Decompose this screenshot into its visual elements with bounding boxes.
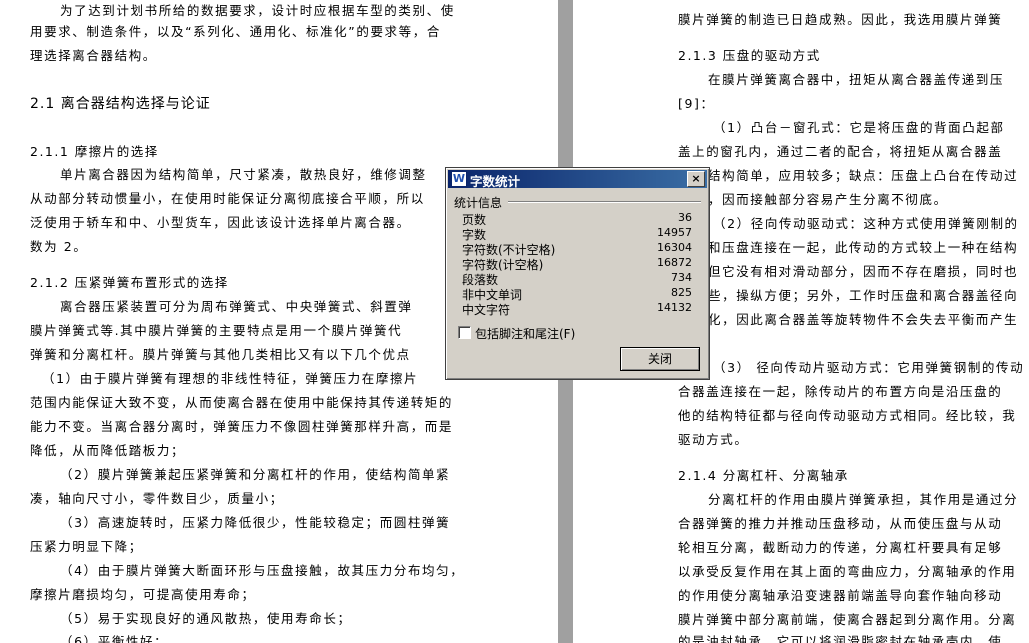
stat-value: 16304 — [657, 241, 692, 254]
text-line: （2）径向传动驱动式：这种方式使用弹簧刚制的 — [713, 216, 1019, 231]
text-line: 盖上的窗孔内，通过二者的配合，将扭矩从离合器盖 — [678, 144, 1003, 159]
text-line: （6）平衡性好； — [60, 634, 169, 643]
subsection-heading: 2.1.2 压紧弹簧布置形式的选择 — [30, 275, 229, 290]
text-line: 泛使用于轿车和中、小型货车，因此该设计选择单片离合器。 — [30, 215, 411, 230]
text-line: 离合器压紧装置可分为周布弹簧式、中央弹簧式、斜置弹 — [60, 299, 413, 314]
word-app-icon: W — [451, 171, 467, 187]
text-line: 结构简单，应用较多；缺点：压盘上凸台在传动过 — [708, 168, 1019, 183]
text-line: （4）由于膜片弹簧大断面环形与压盘接触，故其压力分布均匀， — [60, 563, 465, 578]
text-line: 理选择离合器结构。 — [30, 48, 157, 63]
text-line: 弹簧和分离杠杆。膜片弹簧与其他几类相比又有以下几个优点 — [30, 347, 411, 362]
stat-row-chinese-chars: 中文字符 14132 — [462, 301, 692, 317]
subsection-heading: 2.1.1 摩擦片的选择 — [30, 144, 159, 159]
text-line: 压紧力明显下降； — [30, 539, 143, 554]
text-line: 膜片弹簧中部分离前端，使离合器起到分离作用。分离 — [678, 612, 1017, 627]
text-line: 他的结构特征都与径向传动驱动方式相同。经比较，我 — [678, 408, 1017, 423]
text-line: 的是油封轴承，它可以将润滑脂密封在轴承壳内，使 — [678, 634, 1003, 643]
stat-value: 825 — [671, 286, 692, 299]
text-line: 合器盖连接在一起，除传动片的布置方向是沿压盘的 — [678, 384, 1003, 399]
text-line: 化，因此离合器盖等旋转物件不会失去平衡而产生 — [708, 312, 1019, 327]
stat-value: 36 — [678, 211, 692, 224]
text-line: [9]： — [678, 96, 715, 111]
word-count-dialog[interactable]: W 字数统计 × 统计信息 页数 36 字数 14957 字符数(不计空格) 1… — [445, 167, 710, 380]
text-line: 用要求、制造条件，以及“系列化、通用化、标准化”的要求等，合 — [30, 24, 441, 39]
text-line: 摩擦片磨损均匀，可提高使用寿命； — [30, 587, 256, 602]
text-line: 膜片弹簧的制造已日趋成熟。因此，我选用膜片弹簧 — [678, 12, 1003, 27]
dialog-title: 字数统计 — [470, 174, 521, 189]
text-line: 在膜片弹簧离合器中，扭矩从离合器盖传递到压 — [708, 72, 1005, 87]
subsection-heading: 2.1.3 压盘的驱动方式 — [678, 48, 821, 63]
text-line: 从动部分转动惯量小，在使用时能保证分离彻底接合平顺，所以 — [30, 191, 425, 206]
text-line: 驱动方式。 — [678, 432, 749, 447]
stat-value: 14957 — [657, 226, 692, 239]
stat-row-words: 字数 14957 — [462, 226, 692, 242]
text-line: 范围内能保证大致不变，从而使离合器在使用中能保持其传递转矩的 — [30, 395, 454, 410]
stat-row-non-chinese-words: 非中文单词 825 — [462, 286, 692, 302]
close-icon[interactable]: × — [687, 171, 705, 187]
text-line: 些，操纵方便；另外，工作时压盘和离合器盖径向 — [708, 288, 1019, 303]
text-line: 数为 2。 — [30, 239, 88, 254]
text-line: （1）由于膜片弹簧有理想的非线性特征，弹簧压力在摩擦片 — [42, 371, 419, 386]
text-line: 的作用使分离轴承沿变速器前端盖导向套作轴向移动 — [678, 588, 1003, 603]
text-line: （1）凸台－窗孔式：它是将压盘的背面凸起部 — [713, 120, 1005, 135]
stat-value: 16872 — [657, 256, 692, 269]
text-line: 为了达到计划书所给的数据要求，设计时应根据车型的类别、使 — [60, 3, 455, 18]
text-line: 能力不变。当离合器分离时，弹簧压力不像圆柱弹簧那样升高，而是 — [30, 419, 454, 434]
text-line: 合器弹簧的推力并推动压盘移动，从而使压盘与从动 — [678, 516, 1003, 531]
text-line: （3） 径向传动片驱动方式：它用弹簧钢制的传动 — [713, 360, 1025, 375]
text-line: 单片离合器因为结构简单，尺寸紧凑，散热良好，维修调整 — [60, 167, 427, 182]
stat-row-paragraphs: 段落数 734 — [462, 271, 692, 287]
text-line: 分离杠杆的作用由膜片弹簧承担，其作用是通过分 — [708, 492, 1019, 507]
include-footnotes-checkbox[interactable] — [458, 326, 471, 339]
text-line: 以承受反复作用在其上面的弯曲应力，分离轴承的作用 — [678, 564, 1017, 579]
text-line: 轮相互分离，截断动力的传递，分离杠杆要具有足够 — [678, 540, 1003, 555]
text-line: （5）易于实现良好的通风散热，使用寿命长； — [60, 611, 352, 626]
section-heading: 2.1 离合器结构选择与论证 — [30, 96, 211, 112]
stat-value: 734 — [671, 271, 692, 284]
stat-row-pages: 页数 36 — [462, 211, 692, 227]
text-line: （2）膜片弹簧兼起压紧弹簧和分离杠杆的作用，使结构简单紧 — [60, 467, 451, 482]
stat-row-chars-with-spaces: 字符数(计空格) 16872 — [462, 256, 692, 272]
text-line: 但它没有相对滑动部分，因而不存在磨损，同时也 — [708, 264, 1019, 279]
stat-row-chars-no-spaces: 字符数(不计空格) 16304 — [462, 241, 692, 257]
stat-value: 14132 — [657, 301, 692, 314]
close-button[interactable]: 关闭 — [620, 347, 700, 371]
subsection-heading: 2.1.4 分离杠杆、分离轴承 — [678, 468, 849, 483]
group-label: 统计信息 — [454, 196, 503, 210]
dialog-titlebar[interactable]: W 字数统计 × — [448, 170, 707, 189]
text-line: 降低，从而降低踏板力； — [30, 443, 186, 458]
text-line: ，因而接触部分容易产生分离不彻底。 — [708, 192, 948, 207]
text-line: 膜片弹簧式等.其中膜片弹簧的主要特点是用一个膜片弹簧代 — [30, 323, 403, 338]
text-line: 凑，轴向尺寸小，零件数目少，质量小； — [30, 491, 284, 506]
text-line: 和压盘连接在一起，此传动的方式较上一种在结构 — [708, 240, 1019, 255]
group-divider — [508, 201, 701, 203]
stat-label: 中文字符 — [462, 303, 511, 317]
text-line: （3）高速旋转时，压紧力降低很少，性能较稳定；而圆柱弹簧 — [60, 515, 451, 530]
include-footnotes-label[interactable]: 包括脚注和尾注(F) — [475, 325, 575, 342]
